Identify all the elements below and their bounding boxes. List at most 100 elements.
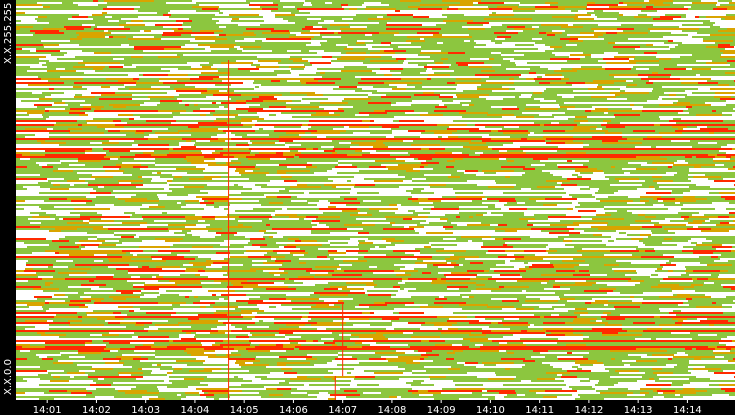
heatmap-cell <box>519 66 540 68</box>
heatmap-cell <box>726 208 735 210</box>
heatmap-cell <box>521 238 549 240</box>
heatmap-cell <box>16 252 32 254</box>
heatmap-cell <box>715 92 735 94</box>
heatmap-cell <box>93 68 103 70</box>
heatmap-cell <box>725 290 731 292</box>
heatmap-cell <box>510 260 520 262</box>
heatmap-cell <box>631 126 648 128</box>
heatmap-cell <box>65 318 97 320</box>
heatmap-cell <box>346 78 361 80</box>
heatmap-cell <box>76 162 97 164</box>
heatmap-cell <box>364 204 384 206</box>
heatmap-cell <box>260 154 283 156</box>
heatmap-cell <box>469 130 491 132</box>
heatmap-cell <box>253 208 282 210</box>
heatmap-cell <box>254 80 271 82</box>
heatmap-cell <box>692 2 717 4</box>
heatmap-cell <box>643 96 659 98</box>
heatmap-cell <box>370 312 374 314</box>
heatmap-cell <box>190 120 214 122</box>
heatmap-cell <box>370 324 385 326</box>
heatmap-cell <box>230 216 239 218</box>
heatmap-cell <box>657 160 677 162</box>
heatmap-cell <box>115 44 121 46</box>
heatmap-cell <box>353 106 364 108</box>
heatmap-cell <box>328 252 346 254</box>
heatmap-cell <box>70 280 89 282</box>
heatmap-cell <box>469 34 498 36</box>
heatmap-cell <box>136 278 153 280</box>
heatmap-cell <box>87 144 108 146</box>
heatmap-cell <box>184 350 215 352</box>
heatmap-cell <box>315 188 319 190</box>
heatmap-cell <box>332 140 353 142</box>
heatmap-cell <box>359 144 385 146</box>
heatmap-cell <box>182 126 188 128</box>
heatmap-cell <box>302 142 326 144</box>
heatmap-cell <box>91 276 96 278</box>
heatmap-cell <box>560 298 575 300</box>
heatmap-cell <box>445 48 450 50</box>
heatmap-cell <box>376 236 394 238</box>
heatmap-cell <box>409 226 424 228</box>
heatmap-cell <box>561 68 572 70</box>
heatmap-cell <box>98 22 126 24</box>
heatmap-cell <box>456 154 469 156</box>
heatmap-cell <box>478 170 482 172</box>
heatmap-cell <box>629 186 638 188</box>
heatmap-cell <box>42 4 55 6</box>
heatmap-cell <box>43 44 59 46</box>
heatmap-cell <box>408 6 420 8</box>
heatmap-cell <box>243 342 251 344</box>
heatmap-cell <box>332 274 362 276</box>
heatmap-cell <box>510 0 541 2</box>
heatmap-cell <box>210 112 229 114</box>
heatmap-cell <box>612 272 637 274</box>
heatmap-cell <box>335 342 355 344</box>
heatmap-cell <box>222 88 242 90</box>
heatmap-cell <box>671 74 696 76</box>
heatmap-cell <box>230 60 236 62</box>
heatmap-cell <box>654 344 672 346</box>
heatmap-cell <box>457 44 477 46</box>
heatmap-cell <box>463 264 478 266</box>
heatmap-cell <box>86 120 113 122</box>
heatmap-cell <box>441 88 456 90</box>
heatmap-cell <box>672 344 682 346</box>
heatmap-cell <box>121 292 133 294</box>
heatmap-cell <box>434 92 467 94</box>
heatmap-cell <box>301 144 332 146</box>
heatmap-cell <box>655 188 679 190</box>
heatmap-cell <box>271 30 289 32</box>
heatmap-cell <box>408 130 425 132</box>
heatmap-cell <box>476 288 501 290</box>
heatmap-cell <box>169 184 173 186</box>
heatmap-cell <box>395 222 420 224</box>
heatmap-cell <box>729 84 735 86</box>
heatmap-cell <box>340 38 368 40</box>
heatmap-cell <box>252 334 275 336</box>
heatmap-cell <box>183 22 216 24</box>
heatmap-cell <box>397 184 429 186</box>
heatmap-cell <box>587 256 597 258</box>
heatmap-cell <box>20 278 42 280</box>
heatmap-cell <box>144 288 159 290</box>
heatmap-cell <box>684 218 688 220</box>
heatmap-cell <box>614 142 642 144</box>
heatmap-cell <box>375 184 383 186</box>
heatmap-cell <box>541 274 573 276</box>
heatmap-cell <box>361 278 392 280</box>
heatmap-cell <box>178 322 206 324</box>
heatmap-cell <box>226 26 251 28</box>
heatmap-cell <box>72 16 88 18</box>
heatmap-cell <box>573 140 602 142</box>
heatmap-cell <box>651 146 656 148</box>
heatmap-cell <box>652 176 662 178</box>
heatmap-cell <box>193 302 215 304</box>
heatmap-cell <box>285 24 312 26</box>
heatmap-cell <box>60 34 79 36</box>
heatmap-cell <box>30 152 57 154</box>
heatmap-cell <box>33 268 48 270</box>
heatmap-cell <box>709 316 735 318</box>
heatmap-cell <box>180 274 195 276</box>
